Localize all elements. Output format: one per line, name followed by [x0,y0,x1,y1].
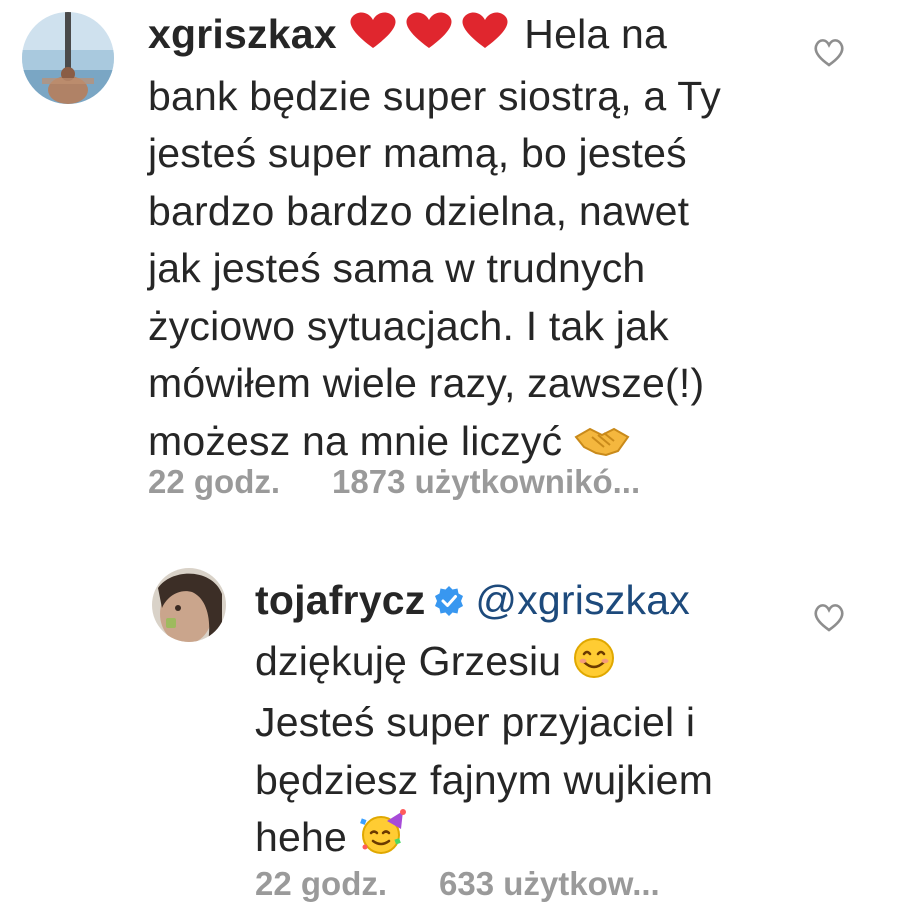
reply-text: tojafrycz @xgriszkax dziękuję Grzesiu Je… [255,572,815,871]
comment-line: dziękuję Grzesiu [255,633,815,695]
likes-count[interactable]: 633 użytkow... [439,865,660,902]
comment-line: mówiłem wiele razy, zawsze(!) [148,360,705,406]
comment-line: bardzo bardzo dzielna, nawet [148,187,690,234]
smiling-face-icon [573,637,615,695]
comment-meta: 22 godz. 633 użytkow... [255,865,712,903]
comment-line: jak jesteś sama w trudnych [148,245,646,291]
comment-line-text: hehe [255,814,348,860]
avatar[interactable] [22,12,114,104]
verified-badge-icon [433,575,465,633]
comment-line: życiowo sytuacjach. I tak jak [148,302,669,349]
avatar[interactable] [152,568,226,642]
party-face-icon [359,809,409,871]
timestamp: 22 godz. [148,463,281,500]
mention-link[interactable]: @xgriszkax [475,577,690,623]
comment-text: xgriszkax Hela na bank będzie super sios… [148,6,808,474]
like-heart-icon[interactable] [812,38,846,73]
timestamp: 22 godz. [255,865,388,902]
like-heart-icon[interactable] [812,603,846,638]
username[interactable]: tojafrycz [255,577,425,623]
comment-line-text: Hela na [524,11,668,57]
comment-line: bank będzie super siostrą, a Ty [148,72,721,119]
username[interactable]: xgriszkax [148,11,337,57]
comment-line: hehe [255,809,815,871]
comment-line-text: dziękuję Grzesiu [255,637,562,684]
comment-line: jesteś super mamą, bo jesteś [148,130,687,176]
comment-line: tojafrycz @xgriszkax [255,572,815,633]
comment-line: będziesz fajnym wujkiem [255,756,714,803]
comment-meta: 22 godz. 1873 użytkownikó... [148,463,692,501]
comment-line: Jesteś super przyjaciel i [255,699,696,745]
comment-line-text: możesz na mnie liczyć [148,417,563,464]
comment-line: xgriszkax Hela na [148,6,808,68]
likes-count[interactable]: 1873 użytkownikó... [332,463,640,500]
three-hearts-icon [345,8,513,68]
